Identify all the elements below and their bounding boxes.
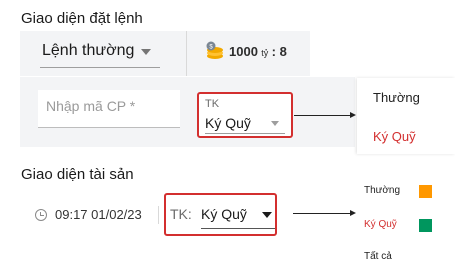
- asset-datetime: 09:17 01/02/23: [55, 207, 142, 222]
- asset-account-select[interactable]: TK: Ký Quỹ: [164, 193, 277, 236]
- order-dropdown-option-thuong[interactable]: Thường: [373, 90, 420, 105]
- order-account-value: Ký Quỹ: [205, 115, 251, 131]
- order-account-underline: [205, 133, 285, 134]
- orange-color-swatch: [419, 185, 432, 198]
- coins-icon: $: [206, 41, 223, 59]
- balance-suffix: : 8: [271, 44, 287, 59]
- asset-account-value: Ký Quỹ: [201, 206, 247, 222]
- clock-icon: [35, 209, 47, 221]
- order-account-label: TK: [205, 98, 220, 110]
- green-color-swatch: [419, 219, 432, 232]
- chevron-down-icon: [271, 121, 279, 126]
- asset-arrow-line: [293, 213, 351, 214]
- balance-text: 1000 tỷ : 8: [229, 44, 287, 59]
- arrow-right-icon: [350, 210, 356, 216]
- order-dropdown-option-ky-quy[interactable]: Ký Quỹ: [373, 129, 416, 144]
- asset-account-underline: [201, 228, 275, 229]
- arrow-right-icon: [350, 112, 356, 118]
- chevron-down-icon: [262, 212, 272, 218]
- order-account-dropdown: Thường Ký Quỹ: [357, 78, 455, 154]
- stock-code-field[interactable]: [38, 90, 180, 128]
- balance-amount: 1000: [229, 44, 258, 59]
- asset-divider: [158, 206, 159, 224]
- asset-dropdown-option-tat-ca[interactable]: Tất cả: [364, 251, 392, 262]
- asset-account-label: TK:: [170, 206, 192, 222]
- order-type-select[interactable]: Lệnh thường: [40, 40, 160, 68]
- balance-unit: tỷ: [261, 48, 269, 58]
- order-type-value: Lệnh thường: [42, 42, 135, 59]
- order-arrow-line: [294, 115, 351, 116]
- asset-section-title: Giao diện tài sản: [21, 166, 134, 183]
- chevron-down-icon: [141, 49, 151, 55]
- order-section-title: Giao diện đặt lệnh: [21, 10, 143, 27]
- order-account-select[interactable]: TK Ký Quỹ: [197, 92, 293, 138]
- asset-dropdown-option-ky-quy[interactable]: Ký Quỹ: [364, 219, 397, 230]
- stock-code-input[interactable]: [46, 98, 174, 114]
- asset-dropdown-option-thuong[interactable]: Thường: [364, 185, 400, 196]
- header-divider: [186, 31, 187, 76]
